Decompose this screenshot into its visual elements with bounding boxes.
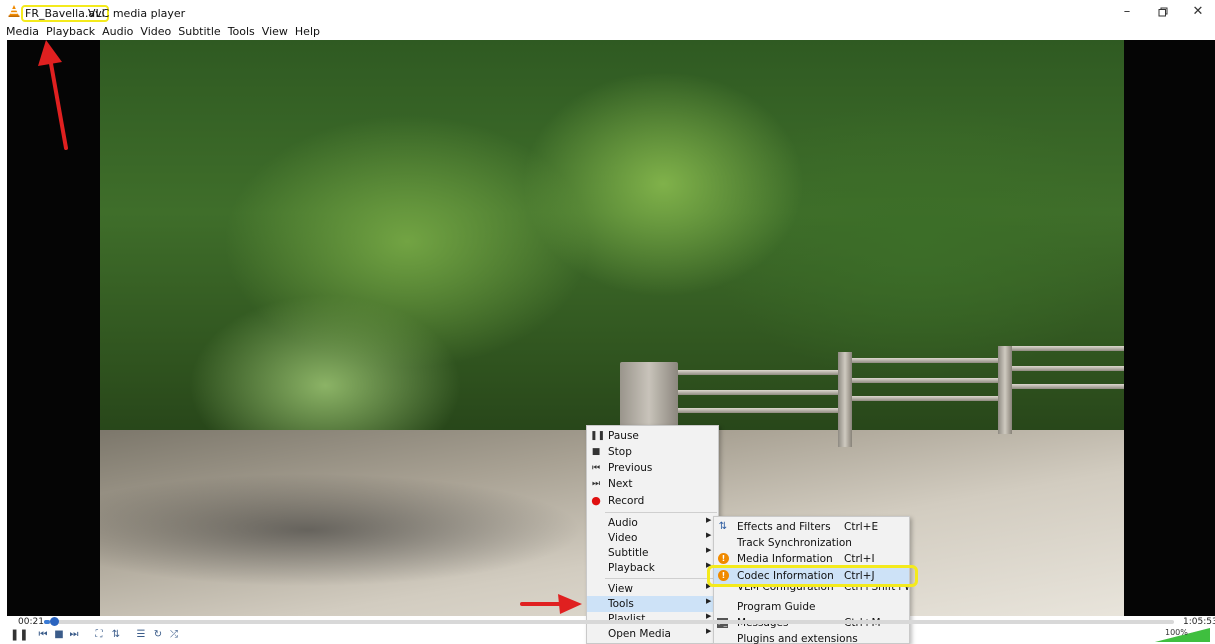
minimize-button[interactable]: – bbox=[1112, 3, 1142, 21]
close-button[interactable]: ✕ bbox=[1183, 3, 1213, 21]
playlist-button[interactable]: ☰ bbox=[134, 628, 148, 642]
playlist-icon: ☰ bbox=[136, 629, 146, 640]
seek-knob[interactable] bbox=[49, 617, 59, 626]
video-fence-post bbox=[838, 352, 852, 447]
menu-separator bbox=[605, 512, 717, 513]
tools-item-plugins-and-extensions[interactable]: Plugins and extensions bbox=[714, 631, 909, 644]
menu-audio[interactable]: Audio bbox=[102, 24, 133, 40]
next-button[interactable]: ⏭ bbox=[67, 628, 81, 642]
context-item-previous[interactable]: ⏮ Previous bbox=[587, 460, 718, 476]
video-rail bbox=[678, 370, 838, 375]
tools-item-program-guide[interactable]: Program Guide bbox=[714, 599, 909, 615]
seek-bar[interactable] bbox=[44, 617, 1174, 626]
video-rail bbox=[1012, 346, 1124, 351]
record-icon: ● bbox=[591, 494, 601, 507]
next-icon: ⏭ bbox=[591, 479, 601, 489]
video-rail bbox=[852, 358, 1002, 363]
fullscreen-button[interactable]: ⛶ bbox=[92, 628, 106, 642]
fullscreen-icon: ⛶ bbox=[95, 629, 103, 640]
video-shadow bbox=[100, 460, 620, 600]
menu-separator bbox=[605, 578, 717, 579]
pause-icon: ❚❚ bbox=[590, 431, 606, 441]
context-item-next[interactable]: ⏭ Next bbox=[587, 476, 718, 492]
title-bar: FR_Bavella.avi VLC media player – ✕ bbox=[0, 0, 1215, 24]
context-item-stop[interactable]: ■ Stop bbox=[587, 444, 718, 460]
extended-settings-button[interactable]: ⇅ bbox=[109, 628, 123, 642]
volume-slider[interactable]: 100% bbox=[1155, 628, 1210, 642]
context-item-view[interactable]: View ▶ bbox=[587, 581, 718, 597]
previous-icon: ⏮ bbox=[38, 629, 48, 640]
video-rail bbox=[678, 390, 838, 395]
video-rail bbox=[1012, 366, 1124, 371]
elapsed-time: 00:21 bbox=[18, 617, 44, 627]
vlc-cone-icon bbox=[8, 5, 20, 17]
context-item-video[interactable]: Video ▶ bbox=[587, 530, 718, 546]
submenu-arrow-icon: ▶ bbox=[706, 597, 712, 605]
context-menu: ❚❚ Pause ■ Stop ⏮ Previous ⏭ Next ● Reco… bbox=[586, 425, 719, 644]
stop-icon: ■ bbox=[54, 629, 64, 640]
menu-tools[interactable]: Tools bbox=[228, 24, 255, 40]
submenu-arrow-icon: ▶ bbox=[706, 531, 712, 539]
window-app-name: VLC media player bbox=[88, 7, 186, 20]
volume-label: 100% bbox=[1165, 628, 1188, 637]
minimize-icon: – bbox=[1123, 4, 1131, 19]
context-item-playback[interactable]: Playback ▶ bbox=[587, 560, 718, 576]
previous-icon: ⏮ bbox=[591, 463, 601, 473]
menu-help[interactable]: Help bbox=[295, 24, 320, 40]
video-rail bbox=[1012, 384, 1124, 389]
shuffle-icon: ⤮ bbox=[170, 629, 178, 640]
menu-view[interactable]: View bbox=[262, 24, 288, 40]
video-rail bbox=[852, 378, 1002, 383]
stop-button[interactable]: ■ bbox=[52, 628, 66, 642]
context-item-audio[interactable]: Audio ▶ bbox=[587, 515, 718, 531]
context-item-record[interactable]: ● Record bbox=[587, 493, 718, 509]
menu-media[interactable]: Media bbox=[6, 24, 39, 40]
pause-button[interactable]: ❚❚ bbox=[10, 628, 28, 642]
shuffle-button[interactable]: ⤮ bbox=[167, 628, 181, 642]
tools-item-effects-and-filters[interactable]: ⇅ Effects and Filters Ctrl+E bbox=[714, 519, 909, 535]
restore-icon bbox=[1158, 7, 1168, 16]
submenu-arrow-icon: ▶ bbox=[706, 546, 712, 554]
highlight-box bbox=[707, 565, 918, 587]
submenu-arrow-icon: ▶ bbox=[706, 627, 712, 635]
info-icon: ! bbox=[718, 553, 729, 564]
tools-item-track-synchronization[interactable]: Track Synchronization bbox=[714, 535, 909, 551]
context-item-open-media[interactable]: Open Media ▶ bbox=[587, 626, 718, 642]
next-icon: ⏭ bbox=[69, 629, 79, 640]
close-icon: ✕ bbox=[1192, 4, 1204, 19]
restore-button[interactable] bbox=[1148, 3, 1178, 21]
menu-video[interactable]: Video bbox=[140, 24, 171, 40]
menu-playback[interactable]: Playback bbox=[46, 24, 95, 40]
video-rail bbox=[678, 408, 838, 413]
video-fence-post bbox=[998, 346, 1012, 434]
loop-icon: ↻ bbox=[153, 629, 163, 640]
equalizer-icon: ⇅ bbox=[111, 629, 121, 640]
loop-button[interactable]: ↻ bbox=[151, 628, 165, 642]
video-rail bbox=[852, 396, 1002, 401]
menu-bar: Media Playback Audio Video Subtitle Tool… bbox=[0, 24, 1215, 40]
equalizer-icon: ⇅ bbox=[718, 521, 728, 532]
previous-button[interactable]: ⏮ bbox=[36, 628, 50, 642]
submenu-arrow-icon: ▶ bbox=[706, 516, 712, 524]
pause-icon: ❚❚ bbox=[10, 628, 29, 641]
context-item-tools[interactable]: Tools ▶ bbox=[587, 596, 718, 612]
context-item-subtitle[interactable]: Subtitle ▶ bbox=[587, 545, 718, 561]
context-item-pause[interactable]: ❚❚ Pause bbox=[587, 428, 718, 444]
stop-icon: ■ bbox=[591, 447, 601, 457]
menu-subtitle[interactable]: Subtitle bbox=[178, 24, 220, 40]
total-time: 1:05:53 bbox=[1183, 617, 1215, 627]
context-item-playlist[interactable]: Playlist ▶ bbox=[587, 611, 718, 627]
